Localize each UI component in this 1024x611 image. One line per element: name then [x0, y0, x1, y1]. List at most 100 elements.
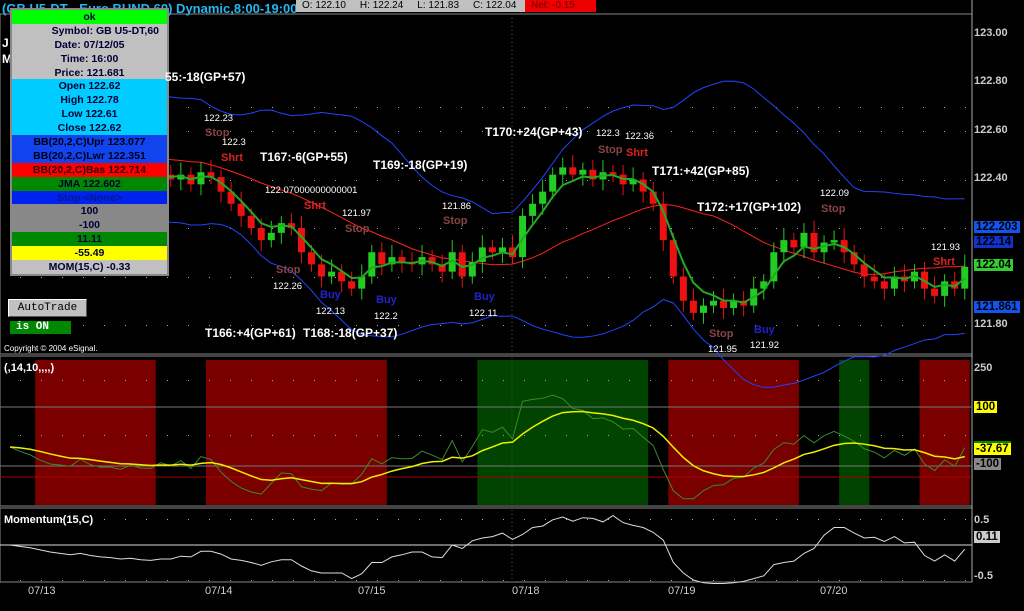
grid-dot: [398, 519, 399, 520]
candle-body: [579, 169, 587, 175]
grid-dot: [440, 380, 441, 381]
grid-dot: [335, 519, 336, 520]
grid-dot: [650, 277, 651, 278]
grid-dot: [608, 580, 609, 581]
stop-signal: Stop: [821, 203, 846, 215]
candle-body: [710, 300, 717, 306]
candle-body: [368, 252, 376, 277]
grid-dot: [608, 107, 609, 108]
grid-dot: [776, 519, 777, 520]
grid-dot: [83, 380, 84, 381]
grid-dot: [419, 380, 420, 381]
grid-dot: [944, 519, 945, 520]
grid-dot: [188, 228, 189, 229]
grid-dot: [650, 435, 651, 436]
dw-high: High 122.78: [12, 93, 167, 108]
buy-signal: Buy: [474, 291, 495, 303]
grid-dot: [377, 435, 378, 436]
grid-dot: [146, 380, 147, 381]
grid-dot: [230, 277, 231, 278]
grid-dot: [503, 107, 504, 108]
candle-body: [328, 271, 336, 277]
grid-dot: [881, 325, 882, 326]
grid-dot: [230, 131, 231, 132]
grid-dot: [839, 277, 840, 278]
grid-dot: [251, 131, 252, 132]
dw-jma: JMA 122.602: [12, 176, 167, 191]
grid-dot: [230, 380, 231, 381]
candle-body: [559, 167, 567, 175]
grid-dot: [650, 380, 651, 381]
grid-dot: [62, 277, 63, 278]
grid-dot: [83, 580, 84, 581]
grid-dot: [629, 228, 630, 229]
grid-dot: [650, 107, 651, 108]
grid-dot: [440, 131, 441, 132]
candle-body: [830, 240, 838, 243]
short-signal: Shrt: [626, 147, 648, 159]
short-signal: Shrt: [221, 152, 243, 164]
grid-dot: [944, 380, 945, 381]
grid-dot: [965, 519, 966, 520]
grid-dot: [776, 380, 777, 381]
grid-dot: [398, 107, 399, 108]
ohlc-high: H: 122.24: [359, 0, 404, 11]
grid-dot: [83, 435, 84, 436]
price-tick: 122.60: [974, 124, 1008, 136]
grid-dot: [818, 228, 819, 229]
grid-dot: [272, 228, 273, 229]
grid-dot: [377, 228, 378, 229]
grid-dot: [545, 580, 546, 581]
grid-dot: [398, 277, 399, 278]
grid-dot: [755, 180, 756, 181]
grid-dot: [734, 228, 735, 229]
grid-dot: [461, 380, 462, 381]
grid-dot: [818, 380, 819, 381]
grid-dot: [587, 277, 588, 278]
dw-low: Low 122.61: [12, 107, 167, 122]
grid-dot: [398, 131, 399, 132]
grid-dot: [482, 580, 483, 581]
grid-dot: [671, 180, 672, 181]
grid-dot: [41, 277, 42, 278]
grid-dot: [860, 277, 861, 278]
candle-body: [398, 257, 406, 262]
grid-dot: [818, 180, 819, 181]
grid-dot: [272, 380, 273, 381]
grid-dot: [902, 580, 903, 581]
grid-dot: [734, 107, 735, 108]
grid-dot: [461, 580, 462, 581]
grid-dot: [167, 519, 168, 520]
grid-dot: [944, 107, 945, 108]
price-tick: 123.00: [974, 27, 1008, 39]
grid-dot: [587, 107, 588, 108]
grid-dot: [881, 277, 882, 278]
trade-label: T167:-6(GP+55): [260, 150, 348, 164]
grid-dot: [545, 180, 546, 181]
grid-dot: [377, 519, 378, 520]
grid-dot: [692, 325, 693, 326]
grid-dot: [839, 325, 840, 326]
grid-dot: [377, 107, 378, 108]
grid-dot: [41, 435, 42, 436]
grid-dot: [797, 180, 798, 181]
grid-dot: [251, 107, 252, 108]
grid-dot: [167, 580, 168, 581]
grid-dot: [860, 131, 861, 132]
grid-dot: [503, 580, 504, 581]
grid-dot: [713, 277, 714, 278]
date-tick: 07/15: [358, 585, 386, 597]
grid-dot: [734, 131, 735, 132]
osc-zone: [35, 360, 156, 505]
grid-dot: [482, 519, 483, 520]
grid-dot: [755, 580, 756, 581]
price-tick: 121.80: [974, 318, 1008, 330]
grid-dot: [944, 228, 945, 229]
grid-dot: [629, 277, 630, 278]
grid-dot: [209, 180, 210, 181]
grid-dot: [587, 228, 588, 229]
grid-dot: [524, 325, 525, 326]
autotrade-button[interactable]: AutoTrade: [8, 299, 87, 317]
mom-panel-label: Momentum(15,C): [4, 514, 94, 526]
candle-body: [880, 281, 888, 289]
